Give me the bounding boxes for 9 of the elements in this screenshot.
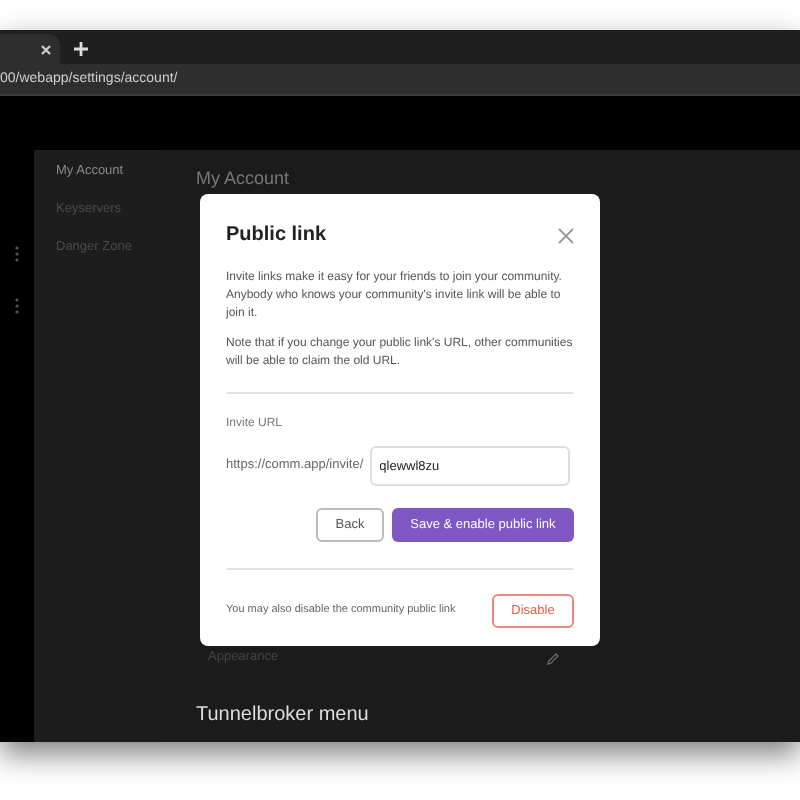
dots-icon[interactable] — [14, 298, 20, 314]
pencil-icon[interactable] — [546, 651, 560, 665]
section-title: Tunnelbroker menu — [196, 702, 371, 730]
modal-title: Public link — [226, 222, 327, 250]
dots-icon[interactable] — [14, 246, 20, 262]
page-title: My Account — [196, 166, 292, 192]
browser-tab[interactable] — [0, 34, 60, 64]
plus-icon[interactable] — [74, 42, 88, 56]
close-icon[interactable] — [40, 43, 52, 55]
